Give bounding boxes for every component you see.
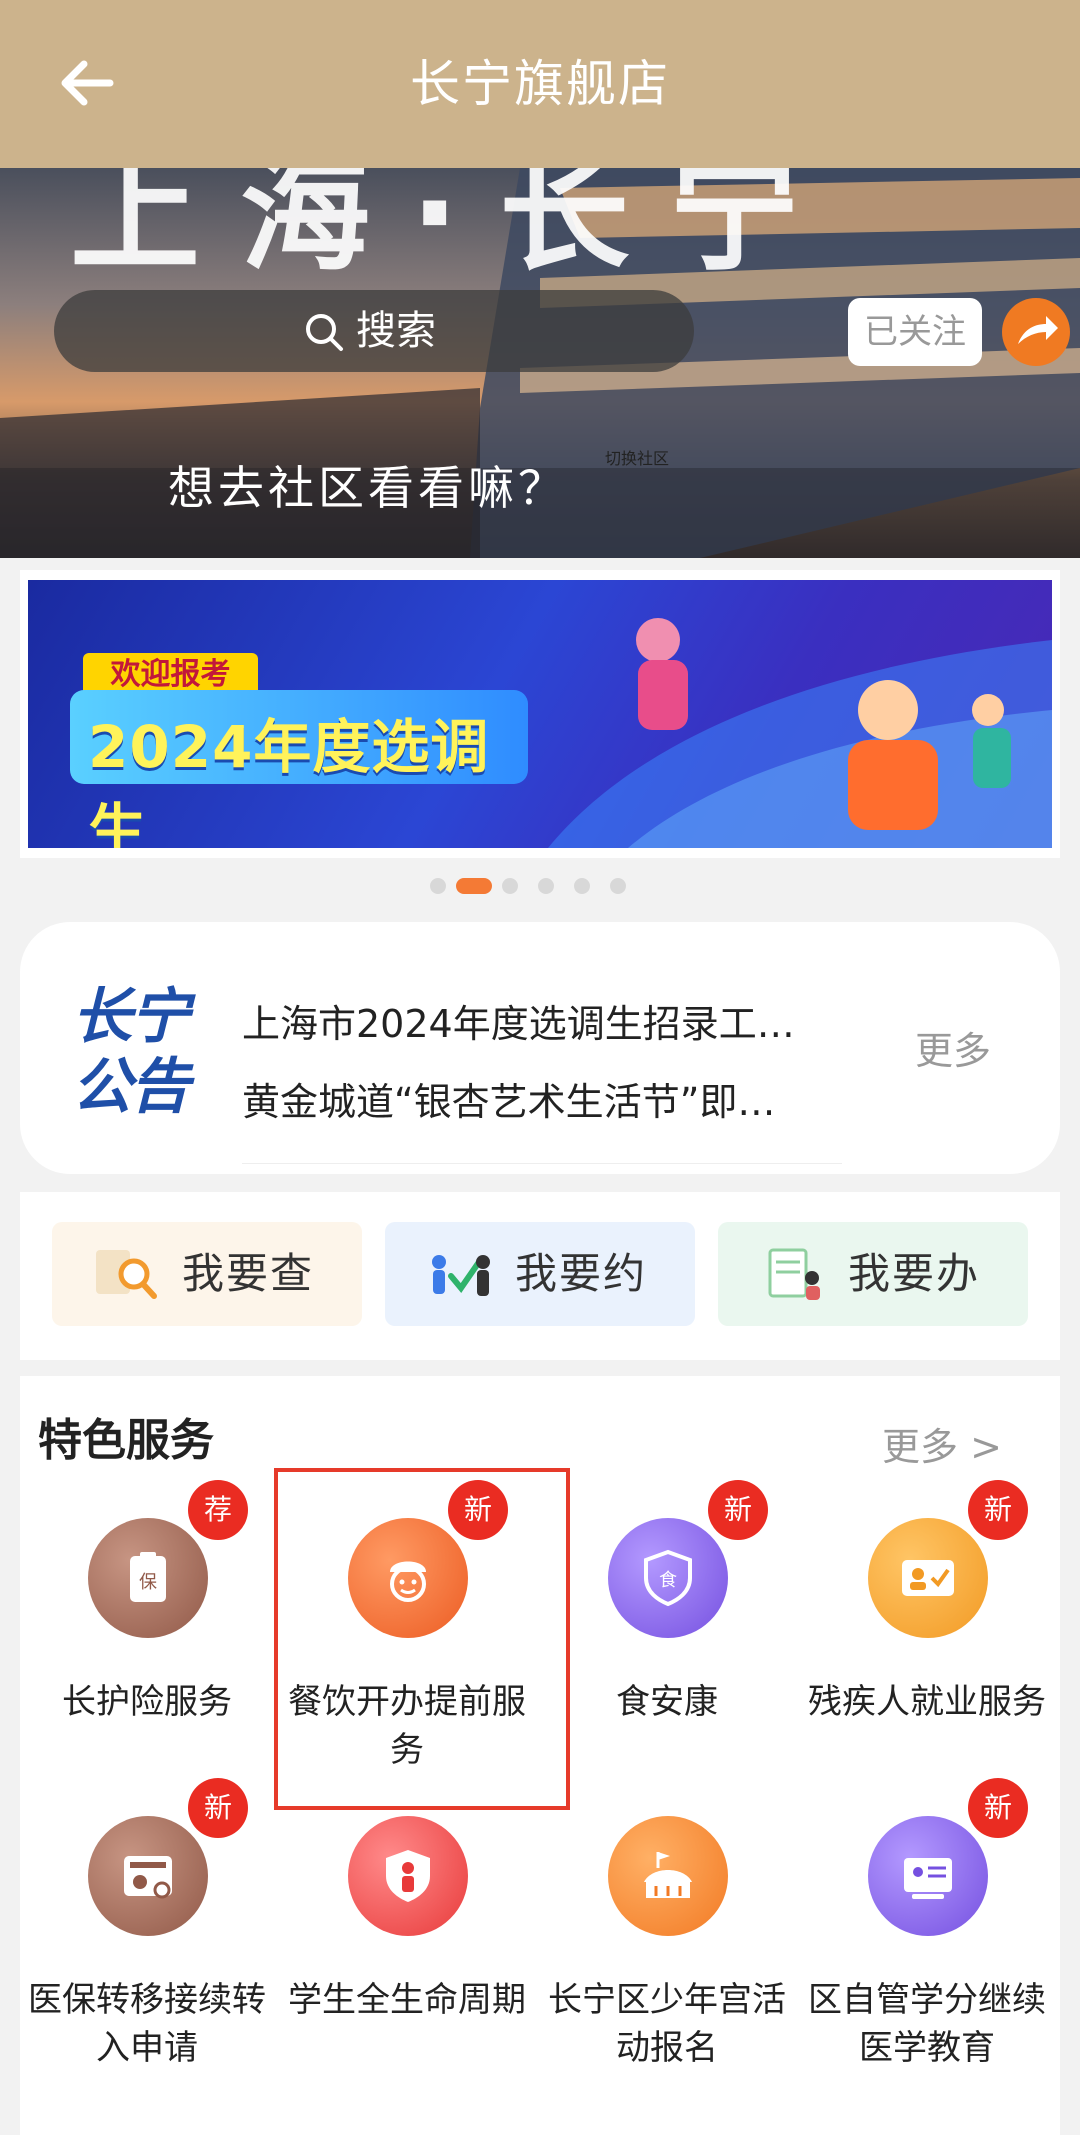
page-title: 长宁旗舰店 xyxy=(410,55,670,113)
switch-community-button[interactable]: 切换社区 xyxy=(605,445,875,527)
announcement-item[interactable]: 上海市2024年度选调生招录工… xyxy=(242,978,842,1070)
service-label: 医保转移接续转入申请 xyxy=(28,1980,266,2068)
quick-actions: 我要查 我要约 我要办 xyxy=(20,1192,1060,1360)
service-item[interactable]: 长宁区少年宫活动报名 xyxy=(540,1766,794,2068)
service-badge: 新 xyxy=(188,1778,248,1838)
magnifier-icon xyxy=(92,1244,162,1304)
service-item[interactable]: 学生全生命周期 xyxy=(280,1766,534,2066)
service-badge: 荐 xyxy=(188,1480,248,1540)
community-switch-bar: 想去社区看看嘛？ xyxy=(0,432,1080,558)
promo-banner[interactable]: 欢迎报考 2024年度选调生 xyxy=(28,580,1052,848)
service-label: 长护险服务 xyxy=(62,1682,232,1722)
service-item[interactable]: 保 荐 长护险服务 xyxy=(20,1468,274,1768)
banner-headline-box: 2024年度选调生 xyxy=(70,690,528,848)
announcement-more-link[interactable]: 更多 xyxy=(915,1020,991,1075)
svg-text:食: 食 xyxy=(659,1570,677,1591)
service-label: 区自管学分继续医学教育 xyxy=(808,1980,1046,2068)
carousel-dot-active[interactable] xyxy=(456,878,492,894)
top-bar: 长宁旗舰店 xyxy=(0,0,1080,168)
promo-carousel[interactable]: 欢迎报考 2024年度选调生 xyxy=(20,570,1060,858)
share-icon xyxy=(1018,316,1058,344)
service-label: 学生全生命周期 xyxy=(288,1980,526,2020)
highlight-box xyxy=(274,1468,570,1810)
quick-action-appointment[interactable]: 我要约 xyxy=(385,1222,695,1326)
service-label: 食安康 xyxy=(616,1682,718,1722)
banner-headline: 2024年度选调生 xyxy=(88,713,490,848)
certificate-icon xyxy=(868,1816,988,1936)
quick-action-query[interactable]: 我要查 xyxy=(52,1222,362,1326)
services-more-link[interactable]: 更多 > xyxy=(882,1416,1002,1471)
id-card-icon xyxy=(868,1518,988,1638)
service-badge: 新 xyxy=(968,1480,1028,1540)
service-badge: 新 xyxy=(708,1480,768,1540)
service-item[interactable]: 食 新 食安康 xyxy=(540,1468,794,1768)
document-icon xyxy=(758,1244,828,1304)
service-item[interactable]: 新 残疾人就业服务 xyxy=(800,1468,1054,1768)
quick-action-label: 我要约 xyxy=(515,1249,648,1298)
community-question: 想去社区看看嘛？ xyxy=(168,461,568,515)
quick-action-handle[interactable]: 我要办 xyxy=(718,1222,1028,1326)
carousel-dot[interactable] xyxy=(502,878,518,894)
hero-watermark-text: 上海·长宁 xyxy=(70,168,840,289)
service-badge: 新 xyxy=(968,1778,1028,1838)
search-bar[interactable]: 搜索 xyxy=(54,290,694,372)
logo-line-1: 长宁 xyxy=(72,982,190,1052)
logo-line-2: 公告 xyxy=(72,1052,190,1122)
section-title: 特色服务 xyxy=(38,1415,214,1466)
service-item[interactable]: 新 区自管学分继续医学教育 xyxy=(800,1766,1054,2068)
svg-text:保: 保 xyxy=(139,1572,157,1593)
carousel-dot[interactable] xyxy=(574,878,590,894)
medical-box-icon xyxy=(88,1816,208,1936)
carousel-indicator xyxy=(430,876,650,896)
food-shield-icon: 食 xyxy=(608,1518,728,1638)
service-label: 长宁区少年宫活动报名 xyxy=(548,1980,786,2068)
carousel-dot[interactable] xyxy=(610,878,626,894)
quick-action-label: 我要查 xyxy=(182,1249,315,1298)
service-item[interactable]: 新 医保转移接续转入申请 xyxy=(20,1766,274,2068)
student-shield-icon xyxy=(348,1816,468,1936)
follow-button[interactable]: 已关注 xyxy=(848,298,982,366)
hero-banner: 上海·长宁 搜索 已关注 想去社区看看嘛？ xyxy=(0,168,1080,558)
quick-action-label: 我要办 xyxy=(848,1249,981,1298)
announcement-logo: 长宁 公告 xyxy=(72,982,202,1122)
service-label: 残疾人就业服务 xyxy=(808,1682,1046,1722)
search-icon xyxy=(304,312,344,352)
featured-services: 特色服务 更多 > 保 荐 长护险服务 新 餐饮开办提前服务 食 新 食安康 新… xyxy=(20,1376,1060,2135)
palace-icon xyxy=(608,1816,728,1936)
insurance-icon: 保 xyxy=(88,1518,208,1638)
announcement-item[interactable]: 黄金城道“银杏艺术生活节”即… xyxy=(242,1072,842,1164)
carousel-dot[interactable] xyxy=(538,878,554,894)
announcement-card: 长宁 公告 上海市2024年度选调生招录工… 黄金城道“银杏艺术生活节”即… 更… xyxy=(20,922,1060,1174)
appointment-icon xyxy=(425,1244,495,1304)
search-placeholder: 搜索 xyxy=(356,308,436,354)
carousel-dot[interactable] xyxy=(430,878,446,894)
share-button[interactable] xyxy=(1002,298,1070,366)
